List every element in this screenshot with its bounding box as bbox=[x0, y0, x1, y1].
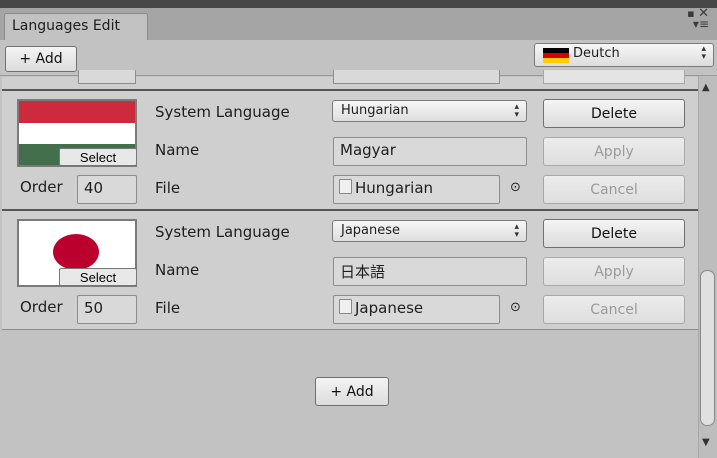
partial-order-field bbox=[78, 70, 136, 84]
add-button-top[interactable]: + Add bbox=[5, 46, 77, 72]
name-field[interactable]: Magyar bbox=[333, 137, 527, 166]
cancel-button[interactable]: Cancel bbox=[543, 295, 685, 324]
window-controls: ▪ ✕ ▾≡ bbox=[687, 7, 709, 31]
order-label: Order bbox=[20, 178, 63, 196]
file-label: File bbox=[155, 179, 181, 197]
name-label: Name bbox=[155, 141, 200, 159]
file-value: Hungarian bbox=[355, 179, 434, 197]
system-language-value: Japanese bbox=[341, 223, 401, 238]
system-language-value: Hungarian bbox=[341, 103, 409, 118]
system-language-dropdown[interactable]: Hungarian ▴ ▾ bbox=[332, 100, 527, 122]
delete-button[interactable]: Delete bbox=[543, 99, 685, 128]
order-label: Order bbox=[20, 298, 63, 316]
add-button-bottom[interactable]: + Add bbox=[315, 377, 389, 406]
system-language-label: System Language bbox=[155, 223, 290, 241]
apply-button[interactable]: Apply bbox=[543, 137, 685, 166]
row-bottom-border bbox=[2, 329, 698, 330]
order-field[interactable]: 40 bbox=[77, 175, 137, 204]
file-label: File bbox=[155, 299, 181, 317]
name-label: Name bbox=[155, 261, 200, 279]
file-value: Japanese bbox=[355, 299, 424, 317]
order-field[interactable]: 50 bbox=[77, 295, 137, 324]
tab-languages-edit[interactable]: Languages Edit bbox=[4, 13, 148, 40]
scroll-up-icon[interactable]: ▲ bbox=[702, 82, 710, 93]
menu-icon[interactable]: ▾≡ bbox=[693, 17, 709, 31]
system-language-label: System Language bbox=[155, 103, 290, 121]
system-language-dropdown[interactable]: Japanese ▴ ▾ bbox=[332, 220, 527, 242]
file-icon bbox=[339, 299, 352, 314]
dropdown-arrows-icon: ▴ ▾ bbox=[701, 44, 706, 62]
language-dropdown-value: Deutch bbox=[573, 46, 620, 61]
cancel-button[interactable]: Cancel bbox=[543, 175, 685, 204]
name-field[interactable]: 日本語 bbox=[333, 257, 527, 286]
file-icon bbox=[339, 179, 352, 194]
file-field[interactable]: Hungarian bbox=[333, 175, 500, 204]
partial-cancel-button bbox=[543, 70, 685, 84]
scroll-down-icon[interactable]: ▼ bbox=[702, 437, 710, 448]
object-picker-icon[interactable]: ⊙ bbox=[510, 180, 521, 195]
partial-file-field bbox=[333, 70, 500, 84]
scrollbar-thumb[interactable] bbox=[700, 270, 715, 426]
delete-button[interactable]: Delete bbox=[543, 219, 685, 248]
language-dropdown[interactable]: Deutch ▴ ▾ bbox=[534, 43, 714, 67]
dropdown-arrows-icon: ▴ ▾ bbox=[514, 102, 519, 120]
select-flag-button[interactable]: Select bbox=[59, 268, 137, 286]
apply-button[interactable]: Apply bbox=[543, 257, 685, 286]
dropdown-arrows-icon: ▴ ▾ bbox=[514, 222, 519, 240]
german-flag-icon bbox=[543, 48, 569, 63]
select-flag-button[interactable]: Select bbox=[59, 148, 137, 166]
object-picker-icon[interactable]: ⊙ bbox=[510, 300, 521, 315]
file-field[interactable]: Japanese bbox=[333, 295, 500, 324]
top-strip bbox=[0, 0, 717, 8]
